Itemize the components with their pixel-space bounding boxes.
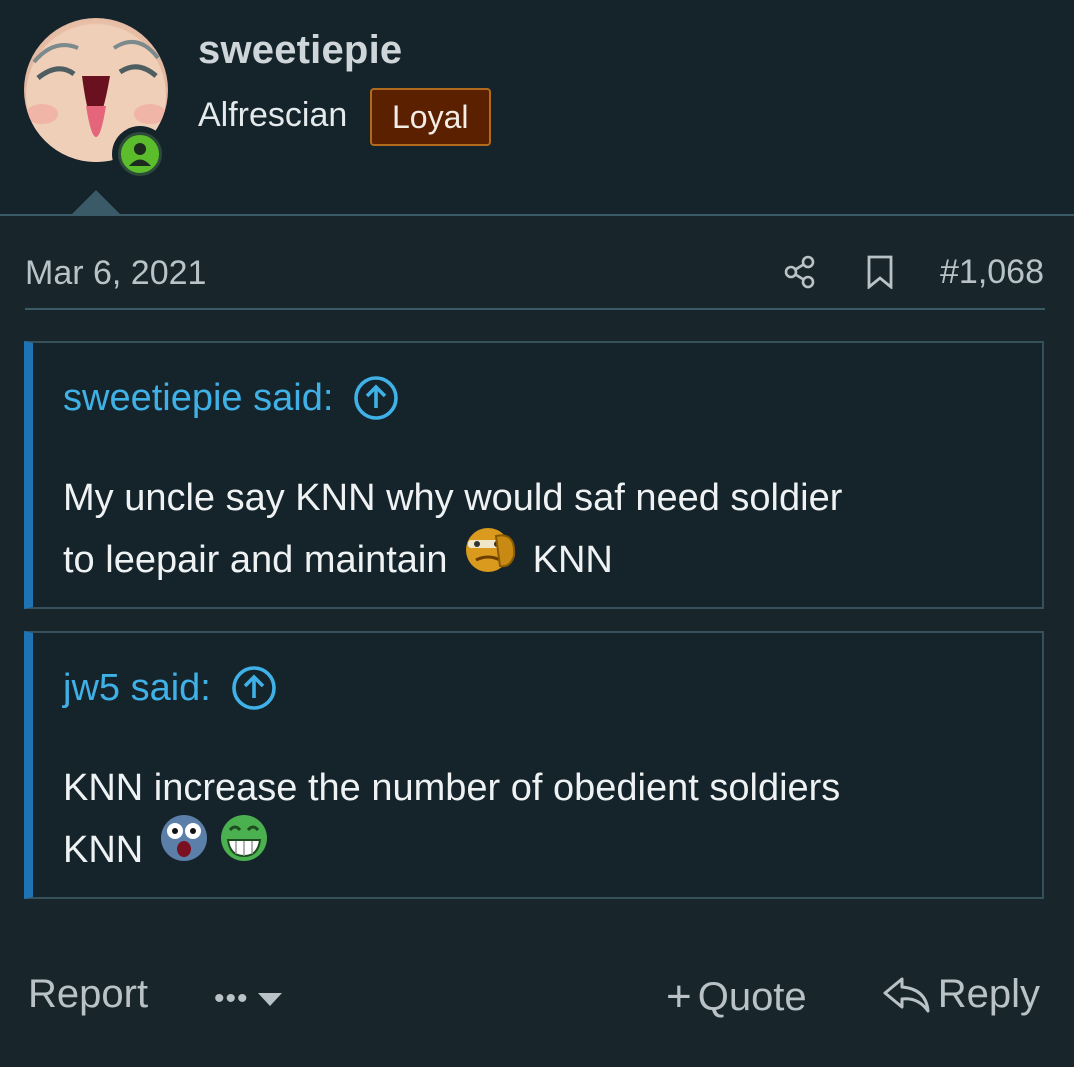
forum-post: sweetiepie Alfrescian Loyal Mar 6, 2021 … — [0, 0, 1074, 1067]
quote-content: My uncle say KNN why would saf need sold… — [63, 467, 1023, 593]
post-meta-actions: #1,068 — [780, 250, 1044, 294]
more-options-menu[interactable]: ••• — [214, 982, 285, 1016]
post-number-link[interactable]: #1,068 — [940, 253, 1044, 292]
report-link[interactable]: Report — [28, 972, 148, 1017]
quote-text-line: My uncle say KNN why would saf need sold… — [63, 477, 843, 519]
shocked-smilie-icon — [158, 812, 210, 883]
quote-block: jw5 said: KNN increase the number of obe… — [24, 631, 1044, 899]
username[interactable]: sweetiepie — [198, 28, 402, 73]
post-footer-actions: Report ••• + Quote Reply — [28, 966, 1044, 1030]
user-title: Alfrescian — [198, 96, 348, 134]
quote-author-label: jw5 said: — [63, 666, 211, 709]
facepalm-smilie-icon — [462, 522, 518, 593]
post-date[interactable]: Mar 6, 2021 — [25, 254, 206, 293]
online-status-indicator — [112, 126, 168, 182]
user-status-icon — [118, 132, 162, 176]
chevron-down-icon — [257, 993, 282, 1006]
meta-divider — [25, 308, 1045, 310]
user-banner-badge: Loyal — [370, 88, 491, 146]
reply-button[interactable]: Reply — [882, 972, 1040, 1017]
quote-block: sweetiepie said: My uncle say KNN why wo… — [24, 341, 1044, 609]
plus-icon: + — [666, 972, 692, 1021]
jump-to-quote-icon[interactable] — [231, 665, 277, 711]
quote-text-line: KNN — [63, 829, 144, 871]
quote-text-line: KNN — [532, 539, 613, 581]
quote-author-link[interactable]: sweetiepie said: — [63, 375, 399, 421]
quote-text-line: KNN increase the number of obedient sold… — [63, 767, 841, 809]
quote-button[interactable]: + Quote — [666, 972, 807, 1022]
bookmark-icon[interactable] — [860, 250, 900, 294]
quote-text-line: to leepair and maintain — [63, 539, 448, 581]
quote-author-label: sweetiepie said: — [63, 376, 334, 419]
grin-smilie-icon — [218, 812, 270, 883]
quote-content: KNN increase the number of obedient sold… — [63, 757, 1023, 883]
jump-to-quote-icon[interactable] — [353, 375, 399, 421]
reply-icon — [882, 975, 932, 1015]
avatar[interactable] — [24, 18, 170, 182]
more-options-label: ••• — [214, 982, 249, 1015]
quote-button-label: Quote — [697, 974, 807, 1019]
reply-button-label: Reply — [937, 972, 1040, 1016]
quote-author-link[interactable]: jw5 said: — [63, 665, 277, 711]
post-user-header: sweetiepie Alfrescian Loyal — [0, 0, 1074, 216]
share-icon[interactable] — [780, 250, 820, 294]
header-pointer-arrow — [70, 190, 122, 216]
